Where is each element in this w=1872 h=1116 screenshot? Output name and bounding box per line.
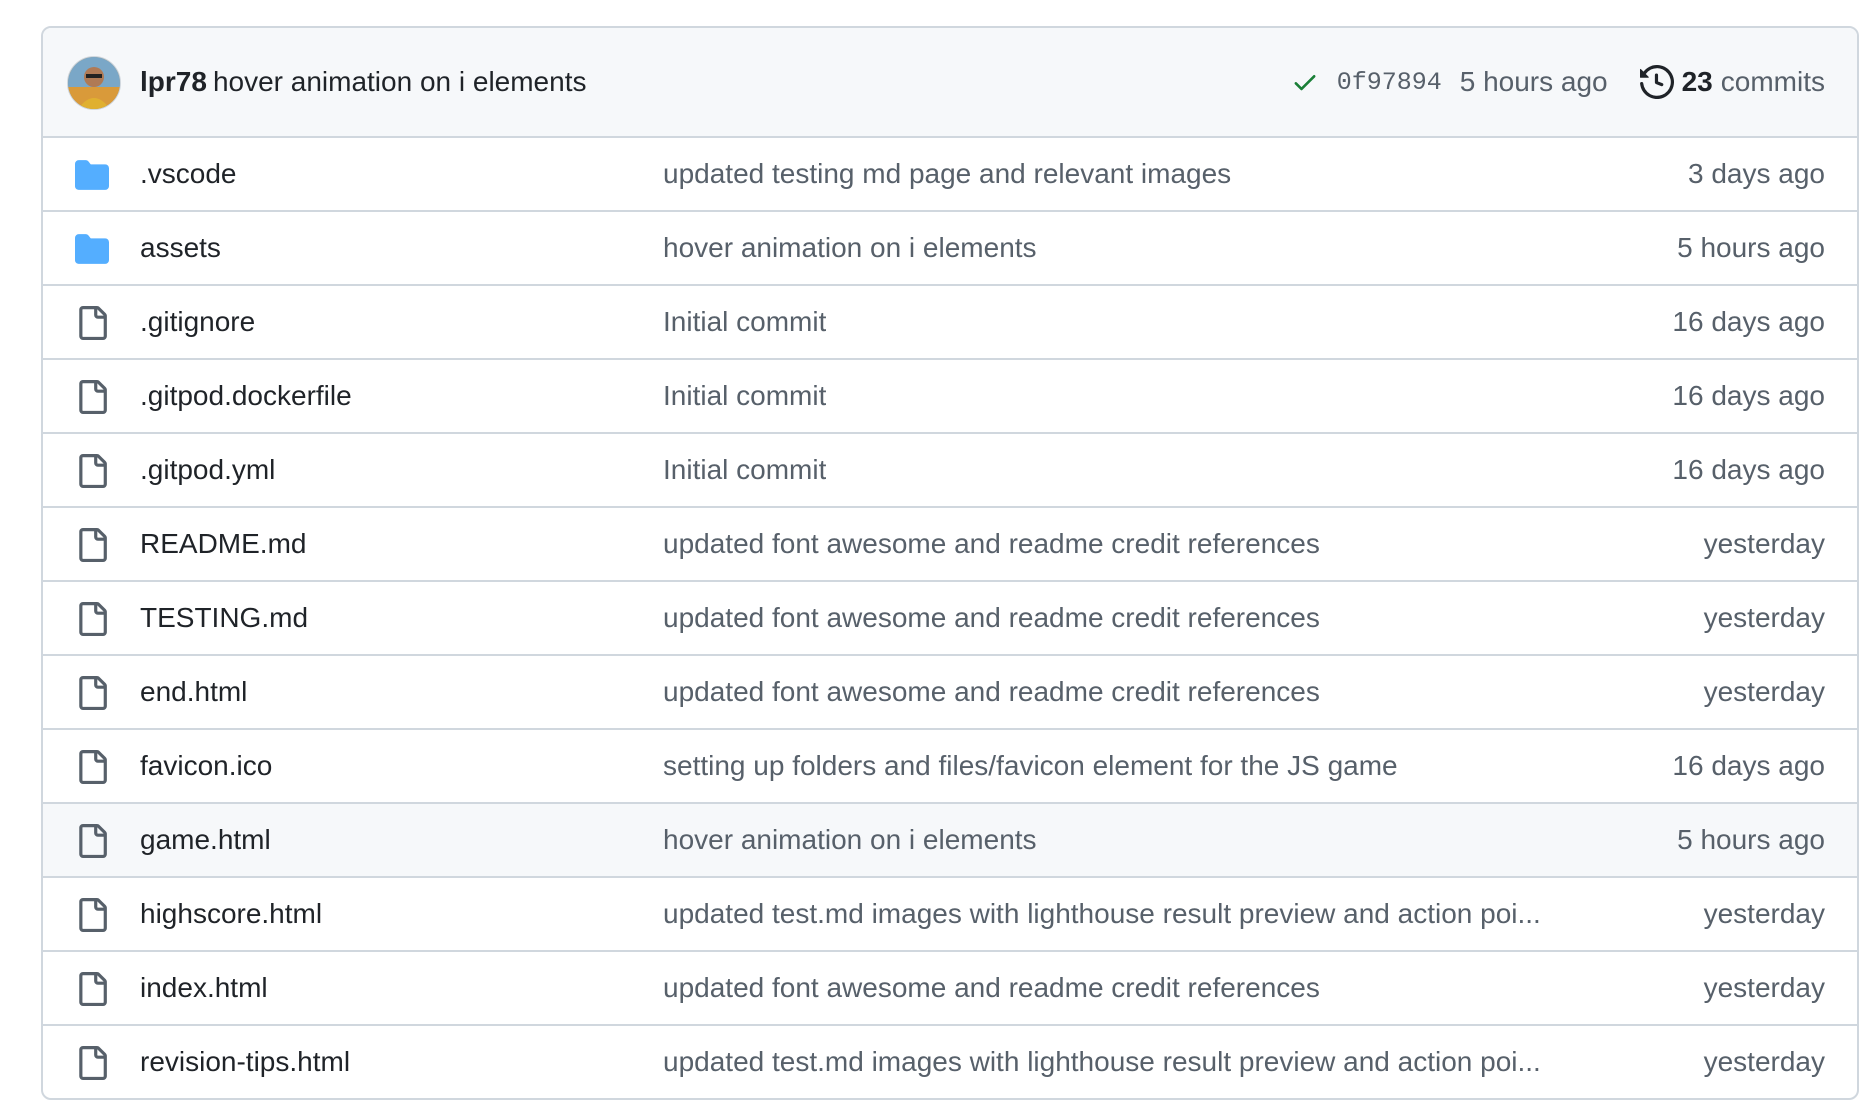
file-commit-message-link[interactable]: updated font awesome and readme credit r… <box>663 582 1320 654</box>
file-commit-message-link[interactable]: updated testing md page and relevant ima… <box>663 138 1231 210</box>
file-commit-age: yesterday <box>1703 898 1825 929</box>
file-commit-age: 16 days ago <box>1672 750 1825 781</box>
commit-time: 5 hours ago <box>1459 66 1608 97</box>
file-icon <box>79 898 107 932</box>
file-commit-message-link[interactable]: updated font awesome and readme credit r… <box>663 508 1320 580</box>
file-icon <box>79 306 107 340</box>
file-name-link[interactable]: end.html <box>140 656 247 728</box>
file-row[interactable]: README.md updated font awesome and readme… <box>43 506 1857 580</box>
file-row[interactable]: index.html updated font awesome and readm… <box>43 950 1857 1024</box>
commits-history-link[interactable]: 23 commits <box>1639 65 1825 99</box>
file-commit-message-link[interactable]: Initial commit <box>663 434 826 506</box>
file-name-link[interactable]: .gitpod.yml <box>140 434 275 506</box>
file-icon <box>79 676 107 710</box>
history-icon <box>1639 65 1674 99</box>
file-name-link[interactable]: .gitignore <box>140 286 255 358</box>
file-commit-message-link[interactable]: hover animation on i elements <box>663 804 1037 876</box>
file-commit-age: 16 days ago <box>1672 454 1825 485</box>
avatar[interactable] <box>67 56 121 110</box>
file-icon <box>79 380 107 414</box>
file-row[interactable]: .gitpod.yml Initial commit 16 days ago <box>43 432 1857 506</box>
file-icon <box>79 454 107 488</box>
file-list: .vscode updated testing md page and relev… <box>43 138 1857 1098</box>
commit-sha[interactable]: 0f97894 <box>1337 68 1442 97</box>
file-commit-age: yesterday <box>1703 528 1825 559</box>
file-row[interactable]: .gitpod.dockerfile Initial commit 16 days … <box>43 358 1857 432</box>
file-commit-age: 16 days ago <box>1672 306 1825 337</box>
file-commit-age: 3 days ago <box>1688 158 1825 189</box>
file-icon <box>79 824 107 858</box>
file-commit-age: yesterday <box>1703 972 1825 1003</box>
file-commit-age: yesterday <box>1703 676 1825 707</box>
file-commit-message-link[interactable]: updated test.md images with lighthouse r… <box>663 878 1541 950</box>
file-row[interactable]: end.html updated font awesome and readme … <box>43 654 1857 728</box>
file-commit-age: 5 hours ago <box>1677 824 1825 855</box>
file-name-link[interactable]: game.html <box>140 804 271 876</box>
file-commit-message-link[interactable]: Initial commit <box>663 286 826 358</box>
file-row[interactable]: .gitignore Initial commit 16 days ago <box>43 284 1857 358</box>
check-icon[interactable] <box>1291 68 1319 96</box>
folder-icon <box>75 160 109 190</box>
file-row[interactable]: highscore.html updated test.md images wit… <box>43 876 1857 950</box>
commit-count: 23 <box>1681 66 1713 97</box>
commit-meta: 0f97894 5 hours ago 23 commits <box>1291 28 1825 136</box>
file-name-link[interactable]: assets <box>140 212 221 284</box>
file-name-link[interactable]: .gitpod.dockerfile <box>140 360 352 432</box>
file-commit-message-link[interactable]: setting up folders and files/favicon ele… <box>663 730 1398 802</box>
file-icon <box>79 602 107 636</box>
file-name-link[interactable]: .vscode <box>140 138 237 210</box>
commit-message-link[interactable]: hover animation on i elements <box>213 66 587 97</box>
file-icon <box>79 972 107 1006</box>
file-commit-message-link[interactable]: updated test.md images with lighthouse r… <box>663 1026 1541 1098</box>
file-commit-message-link[interactable]: hover animation on i elements <box>663 212 1037 284</box>
commit-count-label: commits <box>1720 66 1825 97</box>
file-commit-age: yesterday <box>1703 602 1825 633</box>
file-row[interactable]: favicon.ico setting up folders and files/… <box>43 728 1857 802</box>
file-name-link[interactable]: index.html <box>140 952 268 1024</box>
file-name-link[interactable]: revision-tips.html <box>140 1026 350 1098</box>
file-commit-message-link[interactable]: updated font awesome and readme credit r… <box>663 952 1320 1024</box>
file-commit-message-link[interactable]: Initial commit <box>663 360 826 432</box>
file-name-link[interactable]: favicon.ico <box>140 730 272 802</box>
file-row[interactable]: .vscode updated testing md page and relev… <box>43 138 1857 210</box>
file-icon <box>79 1046 107 1080</box>
file-name-link[interactable]: highscore.html <box>140 878 322 950</box>
file-commit-age: yesterday <box>1703 1046 1825 1077</box>
file-browser: lpr78 hover animation on i elements 0f978… <box>41 26 1859 1100</box>
file-icon <box>79 750 107 784</box>
file-row[interactable]: revision-tips.html updated test.md images… <box>43 1024 1857 1098</box>
file-row[interactable]: assets hover animation on i elements 5 hou… <box>43 210 1857 284</box>
file-row[interactable]: game.html hover animation on i elements 5 … <box>43 802 1857 876</box>
file-row[interactable]: TESTING.md updated font awesome and readm… <box>43 580 1857 654</box>
file-commit-age: 5 hours ago <box>1677 232 1825 263</box>
commit-author[interactable]: lpr78 <box>140 66 207 97</box>
file-name-link[interactable]: TESTING.md <box>140 582 308 654</box>
file-commit-age: 16 days ago <box>1672 380 1825 411</box>
file-commit-message-link[interactable]: updated font awesome and readme credit r… <box>663 656 1320 728</box>
file-icon <box>79 528 107 562</box>
file-name-link[interactable]: README.md <box>140 508 306 580</box>
folder-icon <box>75 234 109 264</box>
latest-commit-message: lpr78 hover animation on i elements <box>140 28 586 136</box>
latest-commit-bar: lpr78 hover animation on i elements 0f978… <box>43 28 1857 138</box>
